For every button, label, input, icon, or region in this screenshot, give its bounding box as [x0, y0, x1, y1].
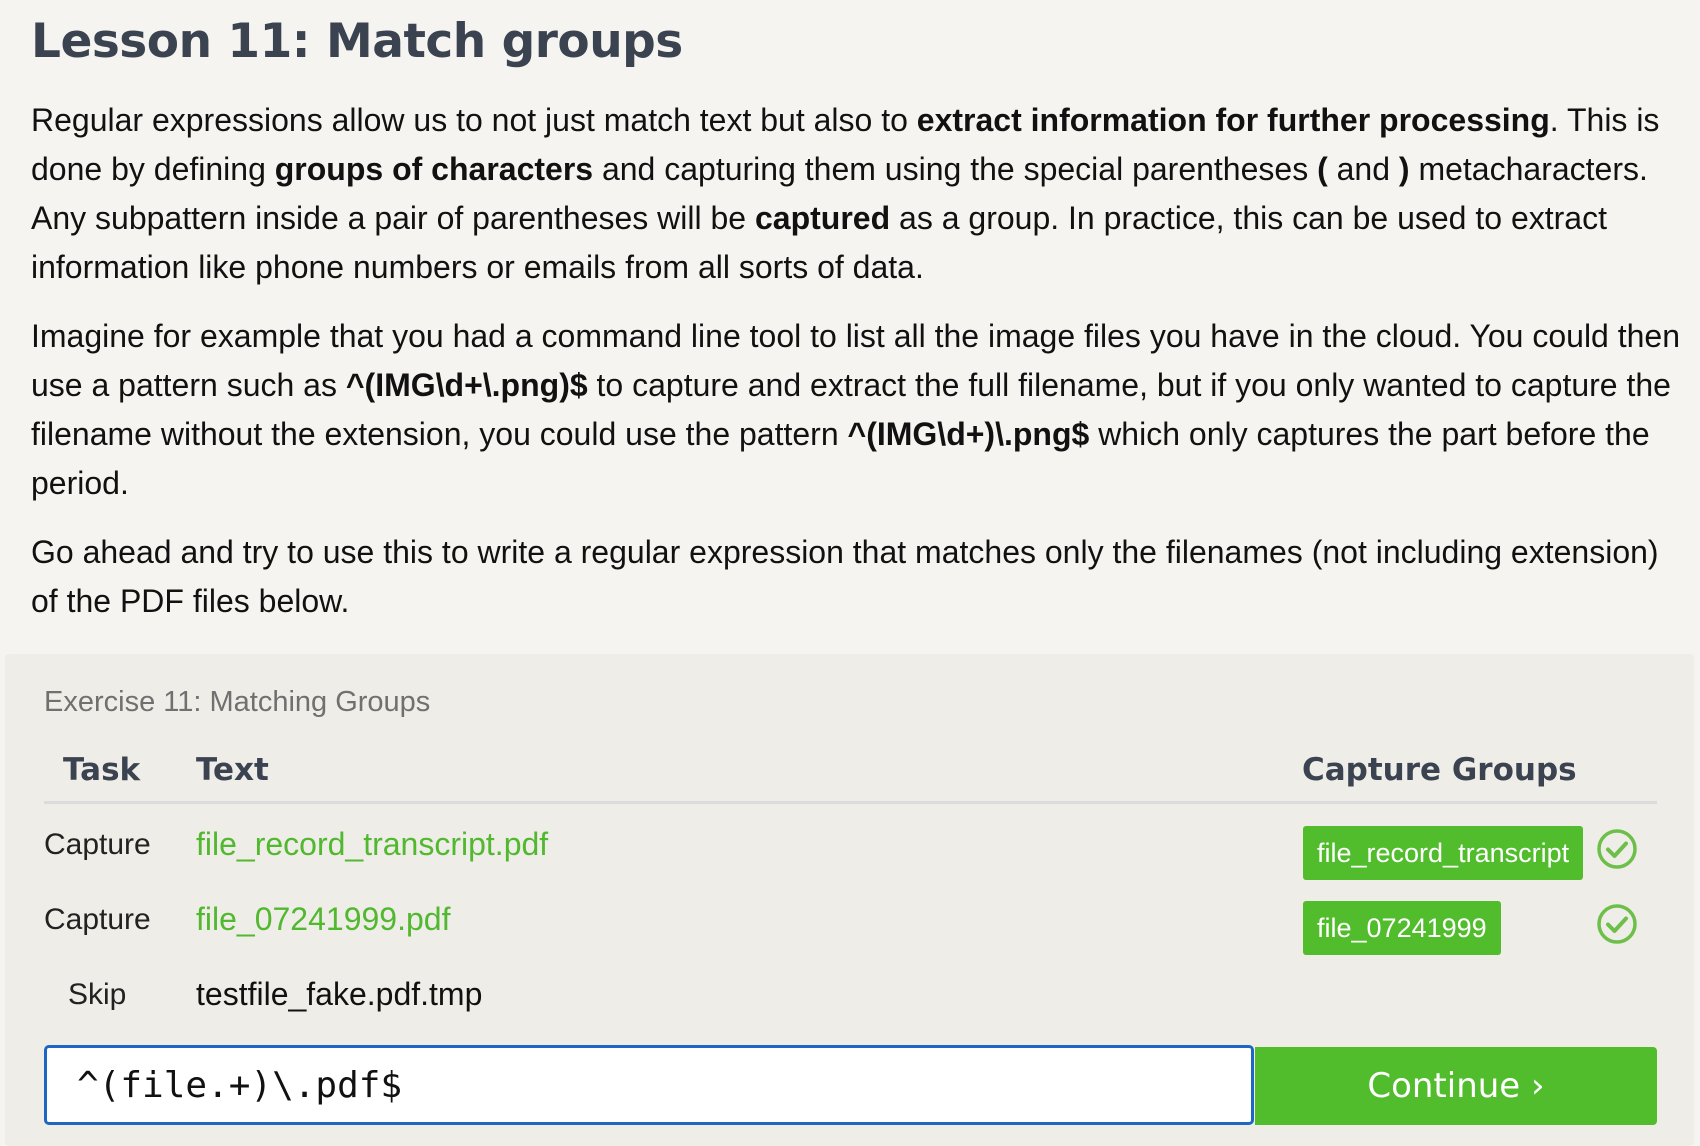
- bold-run: groups of characters: [274, 151, 594, 187]
- row-text: testfile_fake.pdf.tmp: [196, 976, 483, 1012]
- column-header-capture-groups: Capture Groups: [1302, 752, 1577, 788]
- bold-run: extract information for further processi…: [916, 102, 1550, 138]
- exercise-panel: Exercise 11: Matching Groups Task Text C…: [5, 654, 1694, 1146]
- column-header-task: Task: [63, 752, 141, 788]
- exercise-title: Exercise 11: Matching Groups: [44, 686, 431, 718]
- regex-input[interactable]: [44, 1045, 1254, 1125]
- task-label: Capture: [44, 828, 151, 861]
- lesson-title: Lesson 11: Match groups: [31, 14, 683, 69]
- text-run: and capturing them using the special par…: [593, 151, 1318, 187]
- column-header-text: Text: [196, 752, 269, 788]
- lesson-content: Lesson 11: Match groups Regular expressi…: [31, 0, 1681, 626]
- bold-run: (: [1317, 151, 1328, 187]
- capture-group-badge: file_07241999: [1303, 901, 1501, 955]
- text-run: Regular expressions allow us to not just…: [31, 102, 917, 138]
- check-circle-icon: [1597, 829, 1637, 869]
- lesson-paragraph-1: Regular expressions allow us to not just…: [31, 96, 1681, 292]
- text-run: Go ahead and try to use this to write a …: [31, 534, 1659, 619]
- capture-group-badge: file_record_transcript: [1303, 826, 1584, 880]
- lesson-paragraph-2: Imagine for example that you had a comma…: [31, 312, 1681, 508]
- text-run: and: [1327, 151, 1399, 187]
- header-divider: [44, 801, 1657, 804]
- task-label: Skip: [68, 978, 127, 1011]
- bold-run: ): [1398, 151, 1410, 187]
- row-text: file_record_transcript.pdf: [196, 826, 549, 862]
- check-circle-icon: [1597, 904, 1637, 944]
- regex-example-full: ^(IMG\d+\.png)$: [345, 367, 588, 403]
- row-text: file_07241999.pdf: [196, 901, 451, 937]
- regex-example-name-only: ^(IMG\d+)\.png$: [847, 416, 1090, 452]
- task-label: Capture: [44, 903, 151, 936]
- table-row: Capture file_07241999.pdf file_07241999: [5, 889, 1694, 959]
- table-row: Capture file_record_transcript.pdf file_…: [5, 814, 1694, 884]
- continue-button[interactable]: Continue ›: [1255, 1047, 1657, 1125]
- table-row: Skip testfile_fake.pdf.tmp: [5, 964, 1694, 1034]
- lesson-paragraph-3: Go ahead and try to use this to write a …: [31, 528, 1681, 626]
- bold-run: captured: [754, 200, 891, 236]
